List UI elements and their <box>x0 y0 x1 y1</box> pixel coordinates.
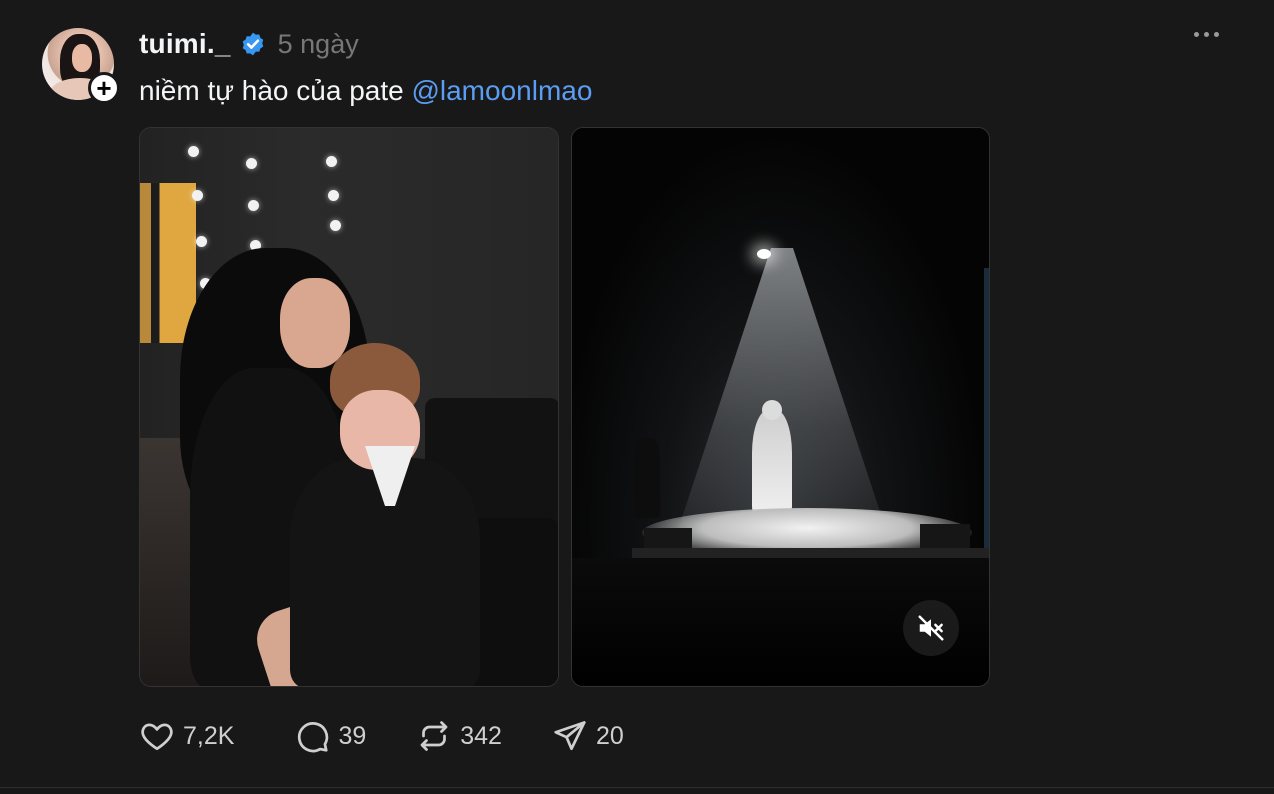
caption-text: niềm tự hào của pate <box>139 75 412 106</box>
post-header: tuimi._ 5 ngày <box>139 24 359 64</box>
post-timestamp[interactable]: 5 ngày <box>278 29 359 60</box>
like-button[interactable]: 7,2K <box>139 718 234 754</box>
repost-icon <box>420 721 448 751</box>
verified-badge-icon <box>240 31 266 57</box>
media-photo-backstage[interactable] <box>139 127 559 687</box>
more-options-icon[interactable] <box>1194 32 1219 37</box>
repost-count: 342 <box>460 721 502 750</box>
media-video-stage[interactable] <box>571 127 990 687</box>
author-avatar[interactable]: + <box>42 28 120 104</box>
mute-icon[interactable] <box>903 600 959 656</box>
repost-button[interactable]: 342 <box>416 718 502 754</box>
send-icon <box>554 721 586 751</box>
thread-post: + tuimi._ 5 ngày niềm tự hào của pate @l… <box>0 0 1274 794</box>
comment-icon <box>298 722 329 753</box>
post-divider <box>0 787 1274 788</box>
like-count: 7,2K <box>183 721 235 750</box>
reply-count: 39 <box>338 721 367 750</box>
author-username[interactable]: tuimi._ <box>139 28 231 60</box>
share-count: 20 <box>595 721 624 750</box>
post-actions: 7,2K 39 342 20 <box>139 716 686 756</box>
heart-icon <box>141 723 173 751</box>
share-button[interactable]: 20 <box>552 718 624 754</box>
post-caption: niềm tự hào của pate @lamoonlmao <box>139 72 592 110</box>
reply-button[interactable]: 39 <box>294 718 366 754</box>
follow-plus-icon[interactable]: + <box>88 72 120 104</box>
mention-link[interactable]: @lamoonlmao <box>411 75 592 106</box>
